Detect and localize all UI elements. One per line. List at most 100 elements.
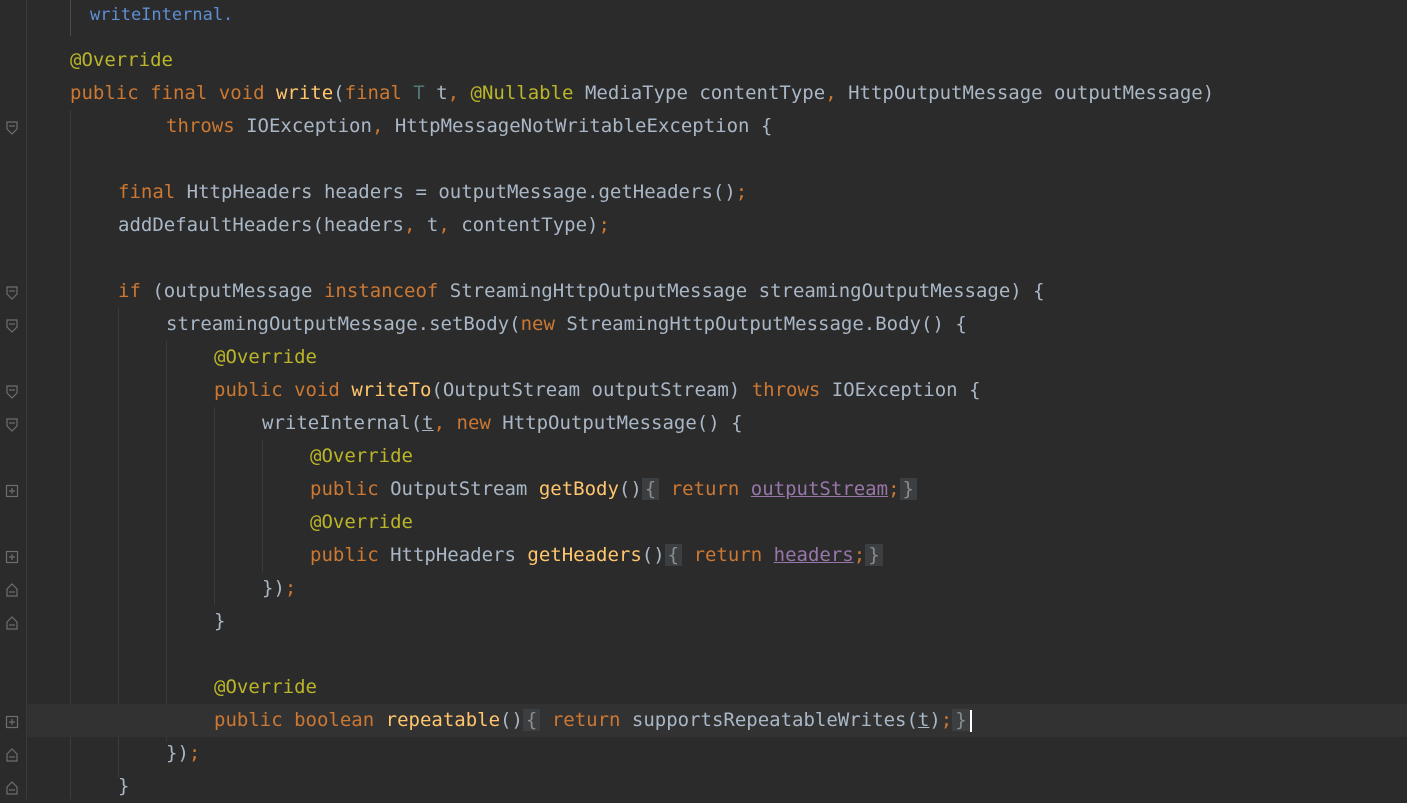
paren: ) — [1202, 82, 1215, 104]
code-line-current[interactable]: public boolean repeatable(){ return supp… — [214, 704, 972, 737]
code: contentType) — [449, 214, 599, 236]
keyword: return — [551, 709, 621, 731]
code-line[interactable]: @Override — [310, 440, 413, 473]
code-line[interactable]: public HttpHeaders getHeaders(){ return … — [310, 539, 883, 572]
keyword: public — [214, 709, 283, 731]
code: StreamingHttpOutputMessage streamingOutp… — [449, 280, 1045, 302]
paren: () — [500, 709, 523, 731]
fold-end-icon[interactable] — [5, 781, 19, 795]
keyword: if — [118, 280, 141, 302]
brace: } — [214, 610, 226, 632]
code-line[interactable]: if (outputMessage instanceof StreamingHt… — [118, 275, 1045, 308]
code-line[interactable]: } — [118, 770, 129, 803]
fold-collapse-icon[interactable] — [5, 121, 19, 135]
fold-expand-icon[interactable] — [5, 484, 19, 498]
code-line[interactable]: public final void write(final T t, @Null… — [70, 77, 1214, 110]
type: IOException — [246, 115, 372, 137]
keyword: new — [520, 313, 555, 335]
folded-brace[interactable]: { — [522, 709, 541, 731]
code-line[interactable]: }); — [262, 572, 296, 605]
code-line[interactable]: } — [214, 605, 225, 638]
fold-end-icon[interactable] — [5, 616, 19, 630]
code: (outputMessage — [152, 280, 313, 302]
fold-expand-icon[interactable] — [5, 715, 19, 729]
fold-collapse-icon[interactable] — [5, 286, 19, 300]
code: }) — [166, 742, 189, 764]
method-name: write — [275, 82, 334, 104]
keyword: new — [456, 412, 491, 434]
punct: , — [403, 214, 416, 236]
keyword: throws — [751, 379, 821, 401]
type: MediaType — [584, 82, 688, 104]
code-line[interactable]: public void writeTo(OutputStream outputS… — [214, 374, 981, 407]
keyword: final — [118, 181, 176, 203]
code-line[interactable]: public OutputStream getBody(){ return ou… — [310, 473, 917, 506]
code: }) — [262, 577, 285, 599]
annotation: @Override — [310, 511, 413, 533]
code: addDefaultHeaders(headers — [118, 214, 404, 236]
param: contentType — [699, 82, 826, 104]
text-caret — [969, 709, 972, 732]
paren: ) — [929, 709, 941, 731]
folded-brace[interactable]: } — [899, 478, 917, 500]
annotation: @Override — [214, 346, 317, 368]
field: headers — [773, 544, 854, 566]
code-line[interactable]: final HttpHeaders headers = outputMessag… — [118, 176, 747, 209]
code-line[interactable]: @Override — [310, 506, 413, 539]
code-line[interactable]: streamingOutputMessage.setBody(new Strea… — [166, 308, 967, 341]
type: HttpOutputMessage — [848, 82, 1043, 104]
type: HttpMessageNotWritableException — [394, 115, 750, 137]
indent-guide — [70, 110, 71, 799]
annotation: @Nullable — [470, 82, 574, 104]
code-line[interactable]: addDefaultHeaders(headers, t, contentTyp… — [118, 209, 610, 242]
keyword: boolean — [294, 709, 375, 731]
keyword: public — [70, 82, 139, 104]
keyword: void — [218, 82, 265, 104]
code-line[interactable]: throws IOException, HttpMessageNotWritab… — [166, 110, 772, 143]
annotation: @Override — [310, 445, 413, 467]
fold-expand-icon[interactable] — [5, 550, 19, 564]
doc-link[interactable]: writeInternal. — [90, 5, 233, 25]
punct: ; — [853, 544, 866, 566]
type-param: T — [413, 82, 425, 104]
fold-collapse-icon[interactable] — [5, 385, 19, 399]
indent-guide — [214, 407, 215, 605]
punct: ; — [888, 478, 900, 500]
code-editor[interactable]: writeInternal. @Override public final vo… — [0, 0, 1407, 799]
punct: ; — [284, 577, 297, 599]
code-line[interactable]: @Override — [214, 341, 317, 374]
annotation: @Override — [214, 676, 317, 698]
code-line[interactable]: }); — [166, 737, 200, 770]
code: writeInternal( — [262, 412, 423, 434]
brace: } — [118, 775, 130, 797]
code: (OutputStream outputStream) — [431, 379, 741, 401]
punct: , — [433, 412, 446, 434]
punct: ; — [598, 214, 610, 236]
fold-end-icon[interactable] — [5, 748, 19, 762]
keyword: final — [150, 82, 208, 104]
folded-brace[interactable]: } — [952, 709, 970, 731]
code-line[interactable]: @Override — [214, 671, 317, 704]
folded-brace[interactable]: } — [865, 544, 883, 566]
folded-brace[interactable]: { — [664, 544, 683, 566]
punct: , — [825, 82, 837, 104]
type: HttpHeaders — [186, 181, 313, 203]
keyword: final — [344, 82, 402, 104]
method-name: getBody — [538, 478, 619, 500]
fold-collapse-icon[interactable] — [5, 319, 19, 333]
punct: , — [447, 82, 460, 104]
folded-brace[interactable]: { — [641, 478, 660, 500]
code-line[interactable]: writeInternal(t, new HttpOutputMessage()… — [262, 407, 743, 440]
code: HttpOutputMessage() { — [502, 412, 743, 434]
code-line[interactable]: @Override — [70, 44, 173, 77]
type: HttpHeaders — [390, 544, 516, 566]
keyword: return — [693, 544, 763, 566]
punct: ; — [940, 709, 953, 731]
keyword: public — [214, 379, 283, 401]
indent-guide — [262, 440, 263, 572]
fold-end-icon[interactable] — [5, 583, 19, 597]
fold-collapse-icon[interactable] — [5, 418, 19, 432]
punct: ; — [188, 742, 201, 764]
param: t — [917, 709, 930, 731]
param: t — [436, 82, 448, 104]
